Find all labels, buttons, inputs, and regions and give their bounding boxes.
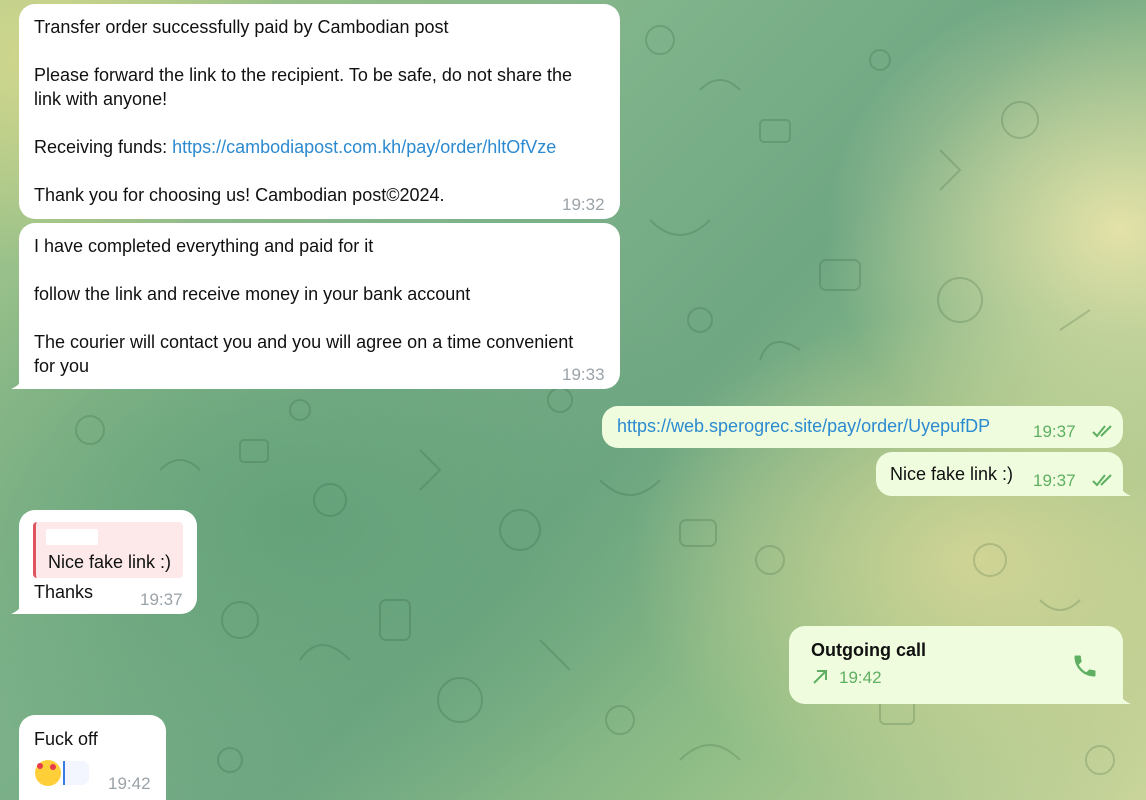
smiling-face-with-hearts-icon [33,759,91,787]
message-outgoing-text[interactable]: Nice fake link :) 19:37 [876,452,1131,496]
message-text: for you [34,356,90,376]
message-incoming-final[interactable]: Fuck off 19:42 [19,715,166,800]
read-check-icon [1092,425,1112,438]
message-text: Fuck off [34,729,98,749]
message-time: 19:37 [140,590,183,609]
bubble-tail [11,598,27,614]
message-text: The courier will contact you and you wil… [34,332,574,352]
message-incoming-reply[interactable]: Nice fake link :) Thanks 19:37 [11,510,197,614]
message-time: 19:32 [562,195,605,214]
read-check-icon [1092,474,1112,487]
message-time: 19:42 [108,774,151,793]
bubble-tail [11,373,27,389]
bubble-tail [1115,480,1131,496]
reply-quote-text: Nice fake link :) [48,552,172,572]
message-text: Thank you for choosing us! Cambodian pos… [34,185,445,205]
call-title: Outgoing call [811,640,926,660]
outgoing-arrow-icon [813,670,827,684]
message-text: follow the link and receive money in you… [34,284,471,304]
phone-icon[interactable] [1071,652,1099,680]
message-outgoing-link[interactable]: https://web.sperogrec.site/pay/order/Uye… [602,406,1123,448]
message-text-funds: Receiving funds: https://cambodiapost.co… [34,135,605,159]
funds-label: Receiving funds: [34,137,173,157]
message-outgoing-call[interactable]: Outgoing call 19:42 [789,626,1131,704]
reply-quote[interactable]: Nice fake link :) [33,522,183,578]
message-text: I have completed everything and paid for… [34,236,374,256]
message-text: Thanks [34,582,94,602]
message-text: link with anyone! [34,89,168,109]
message-time: 19:37 [1033,471,1076,490]
bubble-tail [1115,688,1131,704]
message-time: 19:42 [839,668,882,687]
message-text: Transfer order successfully paid by Camb… [34,17,449,37]
message-time: 19:37 [1033,422,1076,441]
reply-quote-author [46,529,98,545]
outgoing-link[interactable]: https://web.sperogrec.site/pay/order/Uye… [617,414,990,438]
message-incoming-completed[interactable]: I have completed everything and paid for… [11,223,620,389]
message-text: Please forward the link to the recipient… [34,65,572,85]
funds-link[interactable]: https://cambodiapost.com.kh/pay/order/hl… [172,137,556,157]
message-incoming-payment-notice[interactable]: Transfer order successfully paid by Camb… [19,4,620,219]
message-time: 19:33 [562,365,605,384]
message-text: Nice fake link :) [890,464,1014,484]
